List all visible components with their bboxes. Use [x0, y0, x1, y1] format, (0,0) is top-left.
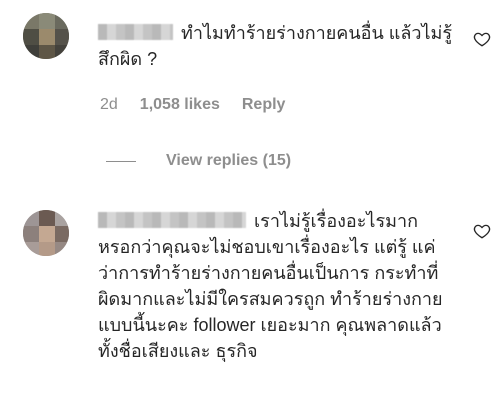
comment-text: เราไม่รู้เรื่องอะไรมาก หรอกว่าคุณจะไม่ชอ…: [98, 211, 443, 361]
avatar[interactable]: [23, 13, 69, 59]
like-count[interactable]: 1,058 likes: [140, 96, 220, 114]
reply-button[interactable]: Reply: [242, 96, 286, 114]
view-replies-label[interactable]: View replies (15): [166, 152, 291, 170]
comment-text: ทำไมทำร้ายร่างกายคนอื่น แล้วไม่รู้สึกผิด…: [98, 23, 453, 69]
heart-outline-icon[interactable]: [473, 30, 491, 48]
avatar[interactable]: [23, 210, 69, 256]
divider: [106, 160, 136, 162]
username[interactable]: [98, 24, 173, 40]
username[interactable]: [98, 212, 246, 228]
comment-time: 2d: [100, 96, 118, 113]
comment-meta: 2d 1,058 likes Reply: [100, 96, 285, 114]
view-replies-button[interactable]: View replies (15): [106, 152, 291, 170]
heart-outline-icon[interactable]: [473, 222, 491, 240]
